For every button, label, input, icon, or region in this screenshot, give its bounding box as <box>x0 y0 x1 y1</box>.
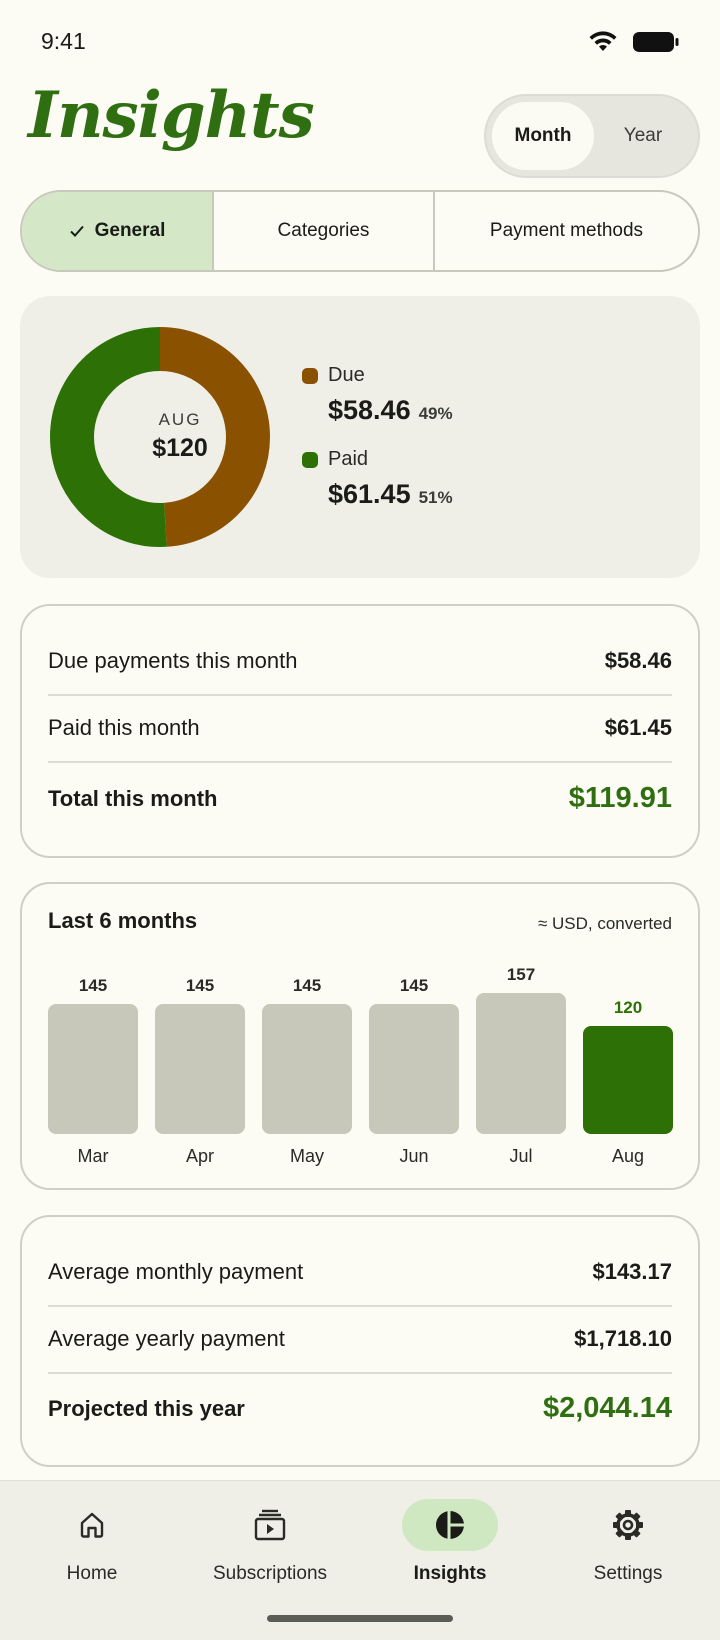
summary-row-total: Total this month $119.91 <box>48 782 672 815</box>
nav-home-label: Home <box>66 1563 118 1584</box>
bar-label-jul: Jul <box>509 1146 533 1166</box>
bar-value-aug: 120 <box>613 998 643 1017</box>
projected-value: $2,044.14 <box>542 1392 672 1424</box>
avg-yearly-row: Average yearly payment $1,718.10 <box>48 1326 672 1352</box>
nav-insights[interactable]: Insights <box>360 1499 540 1585</box>
legend-due-percent: 49% <box>418 404 453 423</box>
status-time: 9:41 <box>41 28 86 54</box>
averages-card: Average monthly payment $143.17 Average … <box>20 1215 700 1467</box>
projected-row: Projected this year $2,044.14 <box>48 1392 672 1425</box>
legend-paid: Paid $61.45 51% <box>302 448 453 510</box>
divider <box>48 761 672 763</box>
avg-monthly-label: Average monthly payment <box>48 1259 304 1284</box>
chart-title: Last 6 months <box>48 908 198 933</box>
nav-insights-icon-wrap <box>402 1499 498 1551</box>
legend-due-label: Due <box>328 364 365 386</box>
bar-label-jun: Jun <box>399 1146 429 1166</box>
check-icon <box>69 225 84 237</box>
tab-categories[interactable]: Categories <box>212 192 433 270</box>
last-six-months-card: Last 6 months ≈ USD, converted 145 Mar 145… <box>20 882 700 1190</box>
avg-yearly-label: Average yearly payment <box>48 1326 285 1351</box>
bar-mar <box>48 1003 138 1134</box>
period-toggle: Month Year <box>484 94 700 178</box>
bar-value-jun: 145 <box>399 975 429 995</box>
nav-subscriptions-icon-wrap <box>222 1499 318 1551</box>
gear-icon <box>613 1510 643 1540</box>
tab-general-label: General <box>94 220 166 241</box>
bar-value-mar: 145 <box>78 975 108 995</box>
summary-total-label: Total this month <box>48 785 218 811</box>
avg-monthly-value: $143.17 <box>592 1259 672 1284</box>
legend-due-amount: $58.46 <box>328 395 411 425</box>
tab-general[interactable]: General <box>22 192 212 270</box>
nav-home-icon-wrap <box>44 1499 140 1551</box>
summary-total-value: $119.91 <box>568 782 672 814</box>
paid-dot <box>302 451 318 468</box>
legend-paid-percent: 51% <box>418 488 453 507</box>
nav-subscriptions[interactable]: Subscriptions <box>180 1499 360 1585</box>
projected-label: Projected this year <box>48 1395 245 1421</box>
page-title: Insights <box>28 78 315 153</box>
nav-settings[interactable]: Settings <box>538 1499 718 1585</box>
chart-note: ≈ USD, converted <box>537 914 672 933</box>
legend-paid-amount: $61.45 <box>328 479 411 509</box>
nav-settings-label: Settings <box>593 1563 663 1584</box>
subscriptions-icon <box>254 1509 286 1541</box>
home-icon <box>80 1512 104 1538</box>
summary-due-value: $58.46 <box>604 648 672 673</box>
divider <box>48 694 672 696</box>
nav-insights-label: Insights <box>413 1563 487 1584</box>
tab-payment-methods[interactable]: Payment methods <box>433 192 698 270</box>
bar-jun <box>369 1003 459 1134</box>
period-year-button[interactable]: Year <box>592 102 694 170</box>
nav-subscriptions-label: Subscriptions <box>212 1563 328 1584</box>
due-dot <box>302 367 318 384</box>
insights-icon <box>436 1511 464 1539</box>
bar-label-apr: Apr <box>185 1146 214 1166</box>
bar-label-mar: Mar <box>77 1146 109 1166</box>
nav-home[interactable]: Home <box>2 1499 182 1585</box>
nav-settings-icon-wrap <box>580 1499 676 1551</box>
battery-icon <box>633 32 679 52</box>
insights-tabs: General Categories Payment methods <box>20 190 700 272</box>
legend-paid-label: Paid <box>328 448 369 470</box>
monthly-summary-card: Due payments this month $58.46 Paid this… <box>20 604 700 858</box>
bar-value-may: 145 <box>292 975 322 995</box>
legend-due: Due $58.46 49% <box>302 364 453 426</box>
summary-paid-value: $61.45 <box>604 715 672 740</box>
summary-row-due: Due payments this month $58.46 <box>48 648 672 674</box>
wifi-icon <box>589 31 617 51</box>
donut-month: AUG <box>158 410 202 429</box>
home-indicator <box>267 1615 453 1622</box>
donut-total: $120 <box>152 434 208 462</box>
summary-row-paid: Paid this month $61.45 <box>48 715 672 741</box>
avg-monthly-row: Average monthly payment $143.17 <box>48 1259 672 1285</box>
bar-value-jul: 157 <box>506 964 536 984</box>
summary-due-label: Due payments this month <box>48 648 298 673</box>
bar-may <box>262 1003 352 1134</box>
bar-label-may: May <box>289 1146 324 1166</box>
bar-label-aug: Aug <box>611 1146 645 1166</box>
donut-card: AUG $120 Due $58.46 49% Paid $61.45 51% <box>20 296 700 578</box>
summary-paid-label: Paid this month <box>48 715 200 740</box>
bar-apr <box>155 1003 245 1134</box>
status-icons <box>588 30 680 54</box>
avg-yearly-value: $1,718.10 <box>574 1326 672 1351</box>
bottom-nav: Home Subscriptions Insights Settings <box>0 1480 720 1640</box>
period-month-button[interactable]: Month <box>492 102 594 170</box>
bar-jul <box>476 992 566 1134</box>
bar-value-apr: 145 <box>185 975 215 995</box>
divider <box>48 1305 672 1307</box>
bar-aug <box>583 1026 673 1134</box>
divider <box>48 1372 672 1374</box>
